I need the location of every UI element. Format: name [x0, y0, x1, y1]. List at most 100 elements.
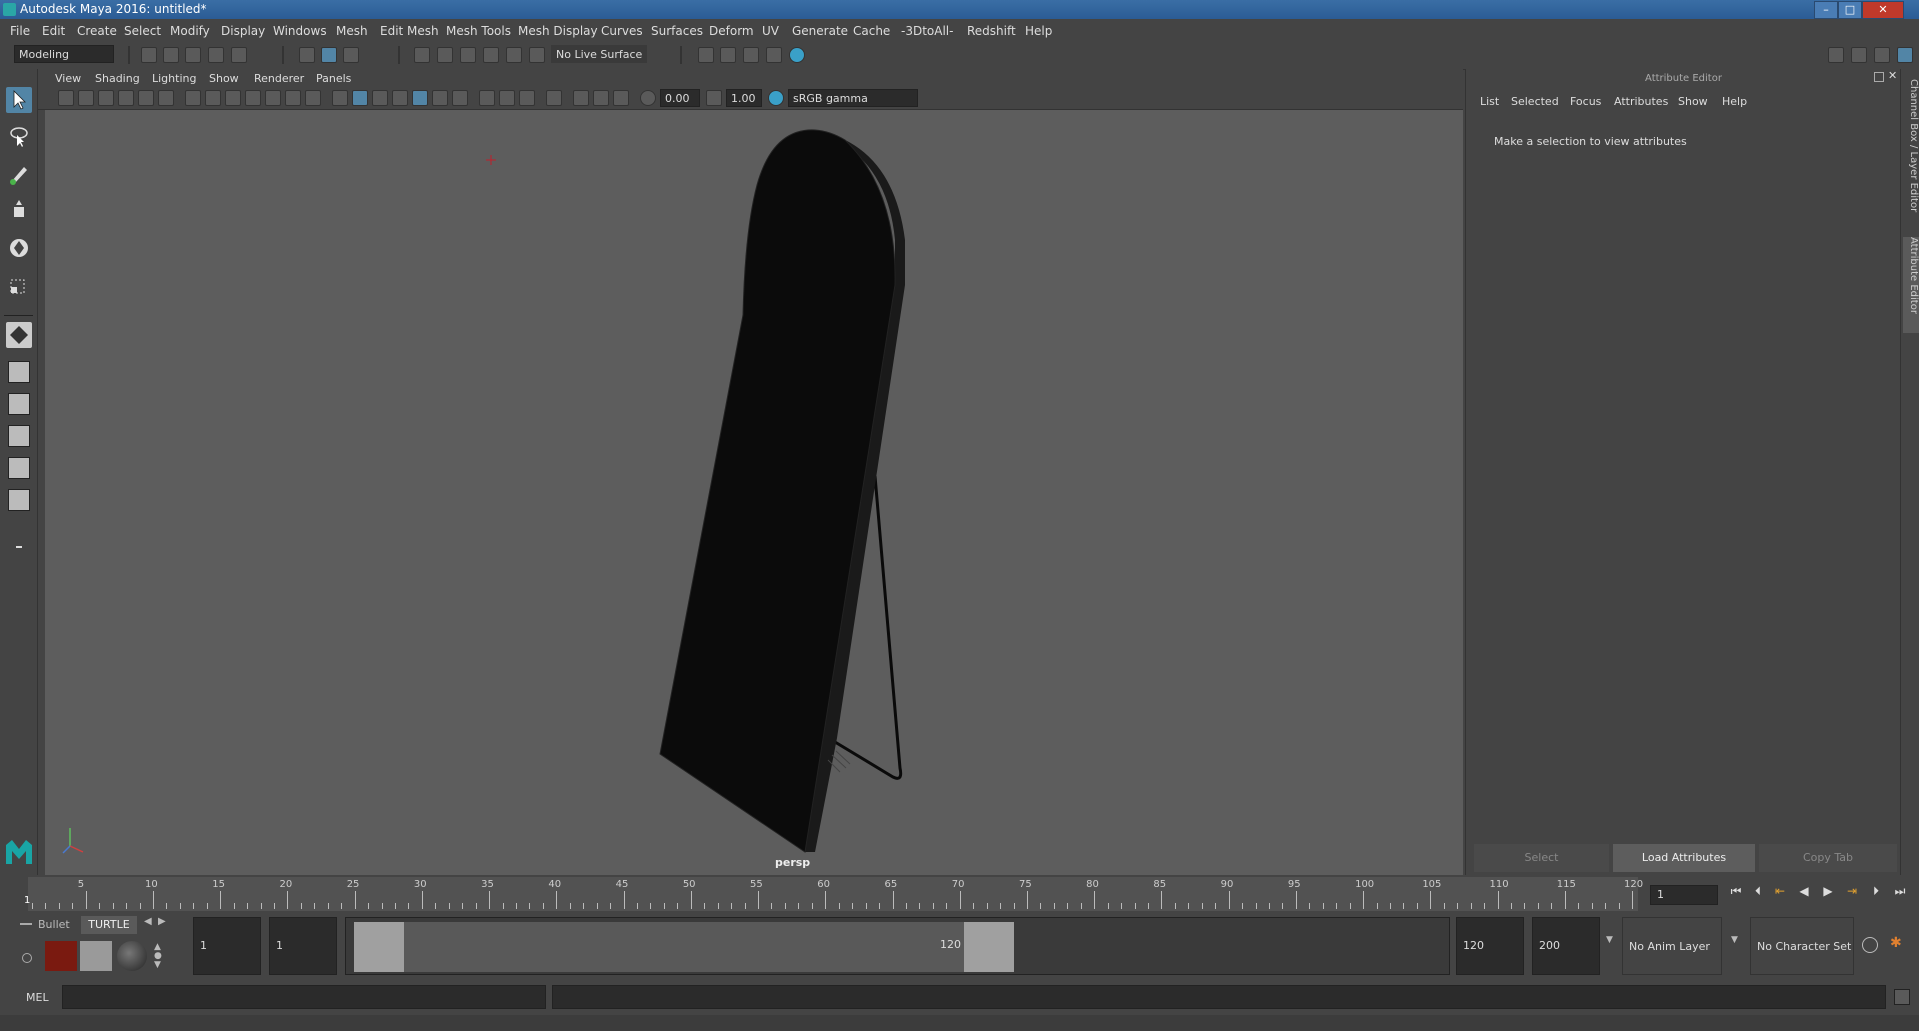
gamma-icon[interactable] — [706, 90, 722, 106]
menu-create[interactable]: Create — [77, 24, 117, 38]
new-scene-icon[interactable] — [141, 47, 157, 63]
menu-redshift[interactable]: Redshift — [967, 24, 1016, 38]
ambient-occlusion-icon[interactable] — [452, 90, 468, 106]
menu-edit-mesh[interactable]: Edit Mesh — [380, 24, 439, 38]
mirror-stand-model[interactable] — [659, 129, 905, 853]
two-d-pan-zoom-icon[interactable] — [138, 90, 154, 106]
grid-icon[interactable] — [185, 90, 201, 106]
menu-help[interactable]: Help — [1025, 24, 1052, 38]
script-editor-icon[interactable] — [1894, 989, 1910, 1005]
snap-projected-icon[interactable] — [529, 47, 545, 63]
minimize-button[interactable]: – — [1814, 1, 1838, 19]
shelf-menu-icon[interactable] — [20, 923, 32, 925]
persp-outliner-layout-icon[interactable] — [8, 393, 30, 415]
hypershade-icon[interactable] — [789, 47, 805, 63]
rotate-tool-icon[interactable] — [6, 235, 32, 261]
panel-menu-renderer[interactable]: Renderer — [254, 72, 304, 85]
snap-live-icon[interactable] — [506, 47, 522, 63]
lasso-tool-icon[interactable] — [6, 124, 32, 150]
copy-tab-button[interactable]: Copy Tab — [1759, 844, 1897, 872]
attr-menu-list[interactable]: List — [1480, 95, 1499, 108]
attr-menu-help[interactable]: Help — [1722, 95, 1747, 108]
menu-mesh-tools[interactable]: Mesh Tools — [446, 24, 511, 38]
bookmark-icon[interactable] — [98, 90, 114, 106]
step-forward-frame-icon[interactable]: ⏵ — [1868, 883, 1884, 899]
attr-menu-attributes[interactable]: Attributes — [1614, 95, 1668, 108]
material-sphere-icon[interactable] — [117, 941, 147, 971]
channel-box-icon[interactable] — [1897, 47, 1913, 63]
render-settings-icon[interactable] — [698, 47, 714, 63]
shelf-scroll-icon[interactable]: ▲ ● ▼ — [154, 943, 162, 970]
render-frame-icon[interactable] — [720, 47, 736, 63]
attr-menu-show[interactable]: Show — [1678, 95, 1708, 108]
playback-start-field[interactable]: 1 — [269, 917, 337, 975]
live-surface-field[interactable]: No Live Surface — [551, 45, 647, 63]
select-hierarchy-icon[interactable] — [299, 47, 315, 63]
layout-menu-icon[interactable] — [6, 534, 32, 560]
character-set-dropdown[interactable]: No Character Set — [1750, 917, 1854, 975]
xray-components-icon[interactable] — [613, 90, 629, 106]
shelf-scroll-right-icon[interactable]: ▶ — [158, 916, 166, 927]
open-scene-icon[interactable] — [163, 47, 179, 63]
mel-label[interactable]: MEL — [26, 991, 49, 1004]
textured-icon[interactable] — [392, 90, 408, 106]
isolate-select-icon[interactable] — [546, 90, 562, 106]
wireframe-icon[interactable] — [332, 90, 348, 106]
menu-display[interactable]: Display — [221, 24, 265, 38]
menu-mesh[interactable]: Mesh — [336, 24, 368, 38]
menu-mesh-display[interactable]: Mesh Display — [518, 24, 598, 38]
redo-icon[interactable] — [231, 47, 247, 63]
close-panel-icon[interactable]: ✕ — [1888, 69, 1897, 82]
menu-uv[interactable]: UV — [762, 24, 779, 38]
current-frame-field[interactable]: 1 — [1650, 885, 1718, 905]
gate-mask-icon[interactable] — [245, 90, 261, 106]
menu-modify[interactable]: Modify — [170, 24, 210, 38]
menu-file[interactable]: File — [10, 24, 30, 38]
safe-title-icon[interactable] — [305, 90, 321, 106]
channel-box-tab[interactable]: Channel Box / Layer Editor — [1903, 79, 1919, 229]
auto-key-icon[interactable] — [1862, 937, 1878, 953]
time-slider[interactable]: 5 10 15 20 25 30 35 40 45 50 55 60 65 70 75 80 85 90 95 100… — [0, 875, 1919, 913]
menu-deform[interactable]: Deform — [709, 24, 754, 38]
camera-attributes-icon[interactable] — [78, 90, 94, 106]
xray-icon[interactable] — [573, 90, 589, 106]
panel-menu-shading[interactable]: Shading — [95, 72, 140, 85]
select-button[interactable]: Select — [1474, 844, 1609, 872]
attr-menu-focus[interactable]: Focus — [1570, 95, 1601, 108]
panel-menu-panels[interactable]: Panels — [316, 72, 351, 85]
shelf-tab-bullet[interactable]: Bullet — [38, 916, 78, 934]
field-chart-icon[interactable] — [265, 90, 281, 106]
go-to-start-icon[interactable]: ⏮ — [1728, 883, 1744, 899]
smooth-shade-icon[interactable] — [352, 90, 368, 106]
motion-blur-icon[interactable] — [479, 90, 495, 106]
view-transform-dropdown[interactable]: sRGB gamma — [788, 89, 918, 107]
sidebar-toggle-icon[interactable] — [1828, 47, 1844, 63]
menu-curves[interactable]: Curves — [601, 24, 643, 38]
render-view-icon[interactable] — [766, 47, 782, 63]
persp-graph-layout-icon[interactable] — [8, 425, 30, 447]
snap-point-icon[interactable] — [460, 47, 476, 63]
menu-edit[interactable]: Edit — [42, 24, 65, 38]
time-ruler[interactable]: 5 10 15 20 25 30 35 40 45 50 55 60 65 70 75 80 85 90 95 100… — [28, 877, 1643, 911]
undo-icon[interactable] — [208, 47, 224, 63]
perspective-viewport[interactable]: persp — [45, 110, 1463, 875]
save-scene-icon[interactable] — [185, 47, 201, 63]
grease-pencil-icon[interactable] — [158, 90, 174, 106]
shelf-settings-icon[interactable] — [22, 953, 32, 963]
maximize-button[interactable]: □ — [1838, 1, 1862, 19]
color-management-icon[interactable] — [768, 90, 784, 106]
animation-preferences-icon[interactable]: ✱ — [1890, 935, 1902, 951]
attribute-editor-tab[interactable]: Attribute Editor — [1903, 237, 1919, 333]
range-options-arrow-icon[interactable]: ▼ — [1606, 935, 1613, 945]
range-slider[interactable]: 1 120 — [345, 917, 1450, 975]
safe-action-icon[interactable] — [285, 90, 301, 106]
gamma-field[interactable]: 1.00 — [726, 89, 762, 107]
step-back-key-icon[interactable]: ⇤ — [1772, 883, 1788, 899]
end-time-field[interactable]: 200 — [1532, 917, 1600, 975]
xray-joints-icon[interactable] — [593, 90, 609, 106]
command-input[interactable] — [62, 985, 546, 1009]
exposure-field[interactable]: 0.00 — [660, 89, 700, 107]
image-plane-icon[interactable] — [118, 90, 134, 106]
exposure-icon[interactable] — [640, 90, 656, 106]
menu-generate[interactable]: Generate — [792, 24, 848, 38]
